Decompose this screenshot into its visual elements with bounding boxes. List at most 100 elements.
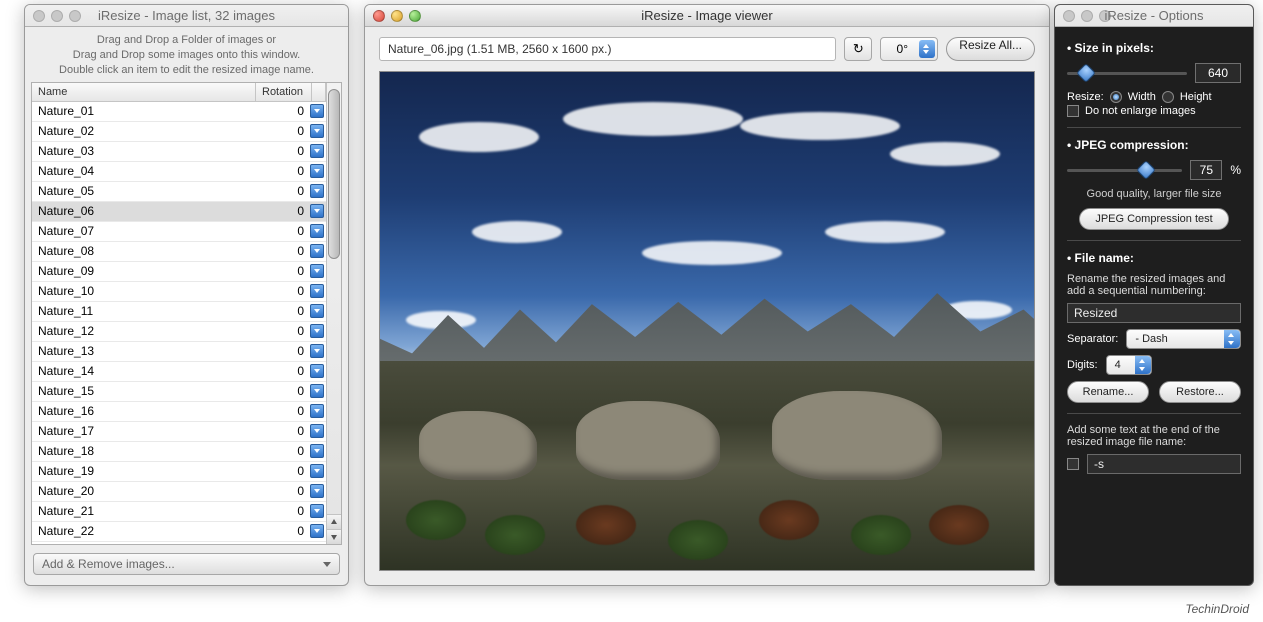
table-row[interactable]: Nature_180 (32, 442, 326, 462)
cell-name: Nature_15 (32, 384, 254, 398)
viewer-titlebar[interactable]: iResize - Image viewer (365, 5, 1049, 27)
rotation-dropdown-icon[interactable] (310, 284, 324, 298)
viewer-toolbar: Nature_06.jpg (1.51 MB, 2560 x 1600 px.)… (365, 27, 1049, 67)
table-row[interactable]: Nature_010 (32, 102, 326, 122)
rotation-dropdown-icon[interactable] (310, 484, 324, 498)
table-row[interactable]: Nature_020 (32, 122, 326, 142)
table-row[interactable]: Nature_220 (32, 522, 326, 542)
table-row[interactable]: Nature_160 (32, 402, 326, 422)
image-viewer-window: iResize - Image viewer Nature_06.jpg (1.… (364, 4, 1050, 586)
table-row[interactable]: Nature_040 (32, 162, 326, 182)
rotation-dropdown-icon[interactable] (310, 364, 324, 378)
rotation-dropdown-icon[interactable] (310, 424, 324, 438)
rotation-dropdown-icon[interactable] (310, 324, 324, 338)
table-row[interactable]: Nature_080 (32, 242, 326, 262)
rotation-dropdown-icon[interactable] (310, 524, 324, 538)
cell-name: Nature_02 (32, 124, 254, 138)
rotation-select[interactable]: 0° (880, 37, 938, 61)
rotation-dropdown-icon[interactable] (310, 384, 324, 398)
minimize-icon[interactable] (51, 10, 63, 22)
rotation-dropdown-icon[interactable] (310, 264, 324, 278)
rotation-dropdown-icon[interactable] (310, 104, 324, 118)
table-row[interactable]: Nature_150 (32, 382, 326, 402)
add-remove-button[interactable]: Add & Remove images... (33, 553, 340, 575)
size-section-title: Size in pixels: (1067, 41, 1241, 55)
column-name[interactable]: Name (32, 83, 256, 101)
column-rotation[interactable]: Rotation (256, 83, 312, 101)
table-row[interactable]: Nature_200 (32, 482, 326, 502)
jpeg-quality-note: Good quality, larger file size (1067, 188, 1241, 200)
cell-name: Nature_06 (32, 204, 254, 218)
rotation-dropdown-icon[interactable] (310, 504, 324, 518)
table-row[interactable]: Nature_060 (32, 202, 326, 222)
rotation-dropdown-icon[interactable] (310, 164, 324, 178)
rotation-dropdown-icon[interactable] (310, 304, 324, 318)
table-row[interactable]: Nature_100 (32, 282, 326, 302)
table-row[interactable]: Nature_090 (32, 262, 326, 282)
resize-all-button[interactable]: Resize All... (946, 37, 1035, 61)
rotation-dropdown-icon[interactable] (310, 224, 324, 238)
table-row[interactable]: Nature_030 (32, 142, 326, 162)
rotation-dropdown-icon[interactable] (310, 464, 324, 478)
minimize-icon[interactable] (391, 10, 403, 22)
rotation-dropdown-icon[interactable] (310, 444, 324, 458)
cell-name: Nature_12 (32, 324, 254, 338)
digits-select[interactable]: 4 (1106, 355, 1152, 375)
image-list-titlebar[interactable]: iResize - Image list, 32 images (25, 5, 348, 27)
slider-thumb-icon[interactable] (1076, 63, 1096, 83)
table-row[interactable]: Nature_190 (32, 462, 326, 482)
close-icon[interactable] (373, 10, 385, 22)
rotation-dropdown-icon[interactable] (310, 204, 324, 218)
cell-name: Nature_16 (32, 404, 254, 418)
zoom-icon[interactable] (69, 10, 81, 22)
close-icon[interactable] (33, 10, 45, 22)
cell-rotation: 0 (254, 384, 310, 398)
table-row[interactable]: Nature_070 (32, 222, 326, 242)
table-body[interactable]: Nature_010Nature_020Nature_030Nature_040… (32, 102, 326, 544)
suffix-input[interactable] (1087, 454, 1241, 474)
zoom-icon[interactable] (1099, 10, 1111, 22)
scroll-up-icon[interactable] (327, 514, 341, 529)
cell-rotation: 0 (254, 344, 310, 358)
rotation-dropdown-icon[interactable] (310, 144, 324, 158)
close-icon[interactable] (1063, 10, 1075, 22)
cell-rotation: 0 (254, 404, 310, 418)
table-row[interactable]: Nature_140 (32, 362, 326, 382)
no-enlarge-label: Do not enlarge images (1085, 105, 1196, 117)
cell-name: Nature_14 (32, 364, 254, 378)
width-radio[interactable] (1110, 91, 1122, 103)
rotation-dropdown-icon[interactable] (310, 344, 324, 358)
jpeg-test-button[interactable]: JPEG Compression test (1079, 208, 1229, 230)
table-row[interactable]: Nature_210 (32, 502, 326, 522)
jpeg-value[interactable]: 75 (1190, 160, 1222, 180)
scroll-down-icon[interactable] (327, 529, 341, 544)
rotation-dropdown-icon[interactable] (310, 124, 324, 138)
jpeg-slider[interactable] (1067, 162, 1182, 178)
rotate-button[interactable]: ↻ (844, 37, 872, 61)
rotation-dropdown-icon[interactable] (310, 184, 324, 198)
vertical-scrollbar[interactable] (326, 83, 341, 544)
scroll-thumb[interactable] (328, 89, 340, 259)
suffix-checkbox[interactable] (1067, 458, 1079, 470)
rotation-dropdown-icon[interactable] (310, 244, 324, 258)
table-row[interactable]: Nature_130 (32, 342, 326, 362)
filename-input[interactable] (1067, 303, 1241, 323)
zoom-icon[interactable] (409, 10, 421, 22)
options-titlebar[interactable]: iResize - Options (1055, 5, 1253, 27)
rotation-dropdown-icon[interactable] (310, 404, 324, 418)
table-row[interactable]: Nature_050 (32, 182, 326, 202)
separator-select[interactable]: - Dash (1126, 329, 1241, 349)
restore-button[interactable]: Restore... (1159, 381, 1241, 403)
minimize-icon[interactable] (1081, 10, 1093, 22)
size-value[interactable]: 640 (1195, 63, 1241, 83)
table-row[interactable]: Nature_170 (32, 422, 326, 442)
height-radio[interactable] (1162, 91, 1174, 103)
cell-rotation: 0 (254, 144, 310, 158)
rename-button[interactable]: Rename... (1067, 381, 1149, 403)
no-enlarge-checkbox[interactable] (1067, 105, 1079, 117)
table-row[interactable]: Nature_110 (32, 302, 326, 322)
cell-name: Nature_01 (32, 104, 254, 118)
size-slider[interactable] (1067, 65, 1187, 81)
slider-thumb-icon[interactable] (1136, 160, 1156, 180)
table-row[interactable]: Nature_120 (32, 322, 326, 342)
